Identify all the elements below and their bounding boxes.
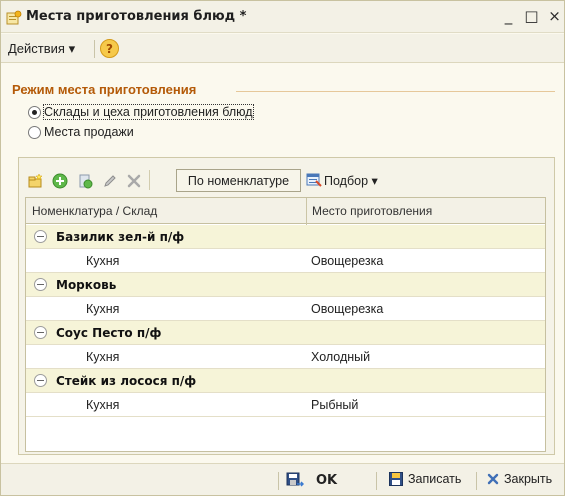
warehouse-name: Кухня: [86, 254, 120, 268]
minimize-button[interactable]: _: [499, 6, 518, 26]
radio-sale-points[interactable]: Места продажи: [28, 124, 134, 140]
toolbar-divider: [149, 170, 150, 190]
close-window-button[interactable]: ×: [545, 6, 564, 26]
save-and-close-icon: [286, 472, 304, 487]
radio-button[interactable]: [28, 105, 41, 119]
maximize-button[interactable]: □: [522, 6, 541, 26]
actions-bar: Действия ▾ ?: [1, 34, 564, 63]
warehouse-name: Кухня: [86, 302, 120, 316]
toolbar-divider: [278, 472, 279, 490]
collapse-icon[interactable]: [34, 326, 47, 339]
radio-warehouses-label[interactable]: Склады и цеха приготовления блюд: [43, 104, 254, 120]
selection-button[interactable]: Подбор ▾: [306, 172, 378, 188]
data-table: Номенклатура / Склад Место приготовления…: [25, 197, 546, 452]
help-icon[interactable]: ?: [100, 39, 119, 58]
column-header-nomenclature[interactable]: Номенклатура / Склад: [32, 204, 157, 218]
table-toolbar: По номенклатуре Подбор ▾: [19, 158, 554, 194]
table-header: Номенклатура / Склад Место приготовления: [26, 198, 545, 224]
table-group-row[interactable]: Стейк из лосося п/ф: [26, 369, 545, 393]
warehouse-name: Кухня: [86, 398, 120, 412]
table-panel: По номенклатуре Подбор ▾ Номенклатура / …: [18, 157, 555, 455]
collapse-icon[interactable]: [34, 230, 47, 243]
mode-group-title: Режим места приготовления: [12, 82, 197, 97]
save-label: Записать: [408, 472, 462, 486]
toolbar-divider: [476, 472, 477, 490]
table-row[interactable]: Кухня Овощерезка: [26, 249, 545, 273]
table-group-row[interactable]: Базилик зел-й п/ф: [26, 225, 545, 249]
group-name: Базилик зел-й п/ф: [56, 230, 185, 244]
table-group-row[interactable]: Морковь: [26, 273, 545, 297]
save-button[interactable]: Записать: [389, 472, 461, 486]
collapse-icon[interactable]: [34, 374, 47, 387]
cooking-place: Рыбный: [311, 398, 359, 412]
radio-sale-points-label[interactable]: Места продажи: [44, 125, 134, 139]
cooking-place: Овощерезка: [311, 254, 384, 268]
collapse-icon[interactable]: [34, 278, 47, 291]
title-bar[interactable]: Места приготовления блюд * _ □ ×: [1, 1, 564, 33]
group-name: Стейк из лосося п/ф: [56, 374, 197, 388]
group-name: Морковь: [56, 278, 117, 292]
delete-icon[interactable]: [126, 173, 142, 189]
close-label: Закрыть: [504, 472, 553, 486]
dialog-window: Места приготовления блюд * _ □ × Действи…: [0, 0, 565, 496]
radio-button[interactable]: [28, 125, 41, 139]
group-name: Соус Песто п/ф: [56, 326, 162, 340]
cooking-place: Холодный: [311, 350, 371, 364]
cooking-place: Овощерезка: [311, 302, 384, 316]
table-row[interactable]: Кухня Овощерезка: [26, 297, 545, 321]
warehouse-name: Кухня: [86, 350, 120, 364]
close-button[interactable]: Закрыть: [487, 472, 552, 486]
table-group-row[interactable]: Соус Песто п/ф: [26, 321, 545, 345]
form-icon: [6, 10, 22, 25]
add-icon[interactable]: [27, 173, 43, 189]
table-row[interactable]: Кухня Холодный: [26, 345, 545, 369]
window-title: Места приготовления блюд *: [26, 9, 247, 24]
table-row[interactable]: Кухня Рыбный: [26, 393, 545, 417]
selection-label: Подбор ▾: [324, 173, 378, 188]
toolbar-divider: [94, 40, 95, 58]
close-icon: [487, 473, 499, 485]
radio-warehouses[interactable]: Склады и цеха приготовления блюд: [28, 104, 254, 120]
copy-icon[interactable]: [77, 173, 93, 189]
group-divider: [236, 91, 555, 92]
column-header-place[interactable]: Место приготовления: [312, 204, 432, 218]
selection-icon: [306, 173, 322, 187]
toolbar-divider: [376, 472, 377, 490]
add-group-icon[interactable]: [52, 173, 68, 189]
ok-label: OK: [316, 472, 338, 488]
bottom-bar: OK Записать Закрыть: [1, 463, 564, 495]
by-nomenclature-button[interactable]: По номенклатуре: [176, 169, 301, 192]
save-icon: [389, 472, 403, 486]
actions-menu-button[interactable]: Действия ▾: [8, 41, 75, 57]
edit-icon[interactable]: [102, 173, 118, 189]
ok-button[interactable]: OK: [286, 472, 337, 488]
